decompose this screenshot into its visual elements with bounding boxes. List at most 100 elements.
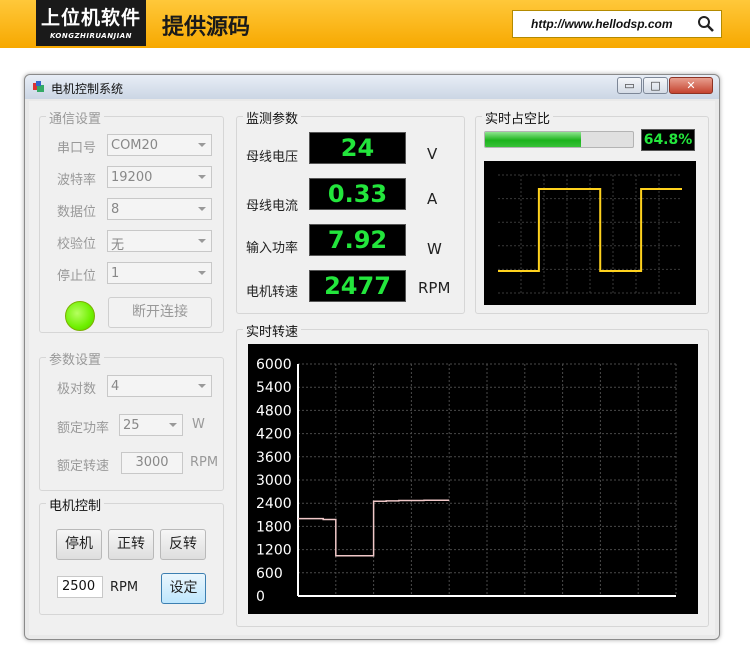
speed-line-chart: 0 600 1200 1800 2400 3000 3600 4200 4800 5400 6000 [248, 344, 698, 614]
rated-power-value: 25 [123, 418, 140, 433]
param-settings-group: 参数设置 极对数 4 额定功率 25 W 额定转速 3000 RPM [39, 349, 224, 491]
parity-select[interactable]: 无 [107, 230, 212, 253]
y-tick-label: 3000 [256, 473, 292, 489]
rated-power-unit: W [192, 417, 205, 432]
motor-speed-label: 电机转速 [246, 285, 299, 300]
monitor-group: 监测参数 母线电压 24 V 母线电流 0.33 A 输入功率 7.92 W 电… [236, 108, 465, 314]
chevron-down-icon [193, 199, 211, 219]
bus-current-label: 母线电流 [246, 199, 299, 214]
brand-logo: 上位机软件 KONGZHIRUANJIAN [36, 0, 146, 46]
window-title: 电机控制系统 [51, 82, 124, 96]
chevron-down-icon [193, 231, 211, 251]
chevron-down-icon [193, 263, 211, 283]
databits-value: 8 [111, 202, 120, 217]
pole-pairs-select[interactable]: 4 [107, 375, 212, 397]
minimize-icon: ▭ [624, 79, 635, 92]
app-icon [33, 81, 44, 92]
monitor-label: 监测参数 [243, 108, 302, 127]
port-label: 串口号 [57, 141, 97, 156]
bus-current-unit: A [427, 190, 438, 208]
stopbits-value: 1 [111, 266, 120, 281]
baud-select[interactable]: 19200 [107, 166, 212, 188]
y-tick-label: 6000 [256, 357, 292, 373]
motor-control-label: 电机控制 [46, 495, 105, 514]
maximize-button[interactable]: □ [643, 77, 668, 94]
bus-current-display: 0.33 [309, 178, 406, 210]
duty-waveform-chart [484, 161, 696, 305]
rated-power-label: 额定功率 [57, 421, 110, 436]
pole-pairs-label: 极对数 [57, 382, 97, 397]
chevron-down-icon [193, 376, 211, 396]
chevron-down-icon [193, 135, 211, 155]
set-button[interactable]: 设定 [161, 573, 206, 604]
y-tick-label: 0 [256, 589, 265, 605]
duty-progress-bar [484, 131, 634, 148]
bus-voltage-unit: V [427, 145, 438, 163]
input-power-display: 7.92 [309, 224, 406, 256]
port-select[interactable]: COM20 [107, 134, 212, 156]
duty-progress-fill [485, 132, 581, 147]
parity-label: 校验位 [57, 237, 97, 252]
stop-button[interactable]: 停机 [56, 529, 102, 560]
stopbits-select[interactable]: 1 [107, 262, 212, 284]
comm-settings-group: 通信设置 串口号 COM20 波特率 19200 数据位 8 校验位 无 停止位… [39, 108, 224, 333]
rpm-unit: RPM [110, 580, 139, 595]
speed-chart-background [248, 344, 698, 614]
rated-power-select[interactable]: 25 [119, 414, 183, 436]
forward-button[interactable]: 正转 [108, 529, 154, 560]
close-button[interactable]: ✕ [669, 77, 713, 94]
input-power-label: 输入功率 [246, 241, 299, 256]
input-power-unit: W [427, 240, 442, 258]
motor-speed-unit: RPM [418, 279, 451, 297]
rated-speed-field[interactable]: 3000 [121, 452, 183, 474]
y-tick-label: 1200 [256, 543, 292, 559]
y-tick-label: 2400 [256, 496, 292, 512]
url-box[interactable]: http://www.hellodsp.com [512, 10, 722, 38]
motor-speed-display: 2477 [309, 270, 406, 302]
maximize-icon: □ [650, 79, 661, 92]
disconnect-button[interactable]: 断开连接 [108, 297, 212, 328]
baud-value: 19200 [111, 170, 153, 185]
pole-pairs-value: 4 [111, 379, 120, 394]
bus-voltage-display: 24 [309, 132, 406, 164]
comm-settings-label: 通信设置 [46, 108, 105, 127]
y-tick-label: 5400 [256, 380, 292, 396]
duty-percent-display: 64.8% [641, 129, 695, 151]
port-value: COM20 [111, 138, 159, 153]
brand-main-text: 上位机软件 [40, 7, 141, 29]
connection-status-led [65, 301, 95, 331]
banner-slogan: 提供源码 [162, 15, 251, 40]
bus-voltage-label: 母线电压 [246, 150, 299, 165]
speed-chart-label: 实时转速 [243, 321, 302, 340]
y-tick-label: 3600 [256, 450, 292, 466]
brand-sub-text: KONGZHIRUANJIAN [49, 32, 133, 40]
baud-label: 波特率 [57, 173, 97, 188]
y-tick-label: 4800 [256, 403, 292, 419]
stopbits-label: 停止位 [57, 269, 97, 284]
minimize-button[interactable]: ▭ [617, 77, 642, 94]
databits-label: 数据位 [57, 205, 97, 220]
param-settings-label: 参数设置 [46, 349, 105, 368]
url-text: http://www.hellodsp.com [531, 17, 673, 31]
chevron-down-icon [164, 415, 182, 435]
search-icon[interactable] [697, 15, 715, 33]
window-client: 通信设置 串口号 COM20 波特率 19200 数据位 8 校验位 无 停止位… [29, 101, 715, 635]
close-icon: ✕ [686, 79, 696, 92]
app-window: 电机控制系统 ▭ □ ✕ 通信设置 串口号 COM20 波特率 19200 数据… [24, 74, 720, 640]
rated-speed-unit: RPM [190, 455, 219, 470]
y-tick-label: 600 [256, 566, 283, 582]
duty-cycle-label: 实时占空比 [482, 108, 554, 127]
parity-value: 无 [111, 238, 125, 253]
rated-speed-label: 额定转速 [57, 459, 110, 474]
duty-cycle-group: 实时占空比 64.8% [475, 108, 709, 314]
rpm-input[interactable]: 2500 [57, 576, 103, 598]
motor-control-group: 电机控制 停机 正转 反转 2500 RPM 设定 [39, 495, 224, 615]
y-tick-label: 1800 [256, 519, 292, 535]
title-bar[interactable]: 电机控制系统 ▭ □ ✕ [25, 75, 719, 99]
databits-select[interactable]: 8 [107, 198, 212, 220]
reverse-button[interactable]: 反转 [160, 529, 206, 560]
chevron-down-icon [193, 167, 211, 187]
y-tick-label: 4200 [256, 427, 292, 443]
speed-chart-group: 实时转速 0 600 1200 1800 2400 3000 3600 4200 4800 540… [236, 321, 709, 627]
top-banner: 上位机软件 KONGZHIRUANJIAN 提供源码 http://www.he… [0, 0, 750, 48]
